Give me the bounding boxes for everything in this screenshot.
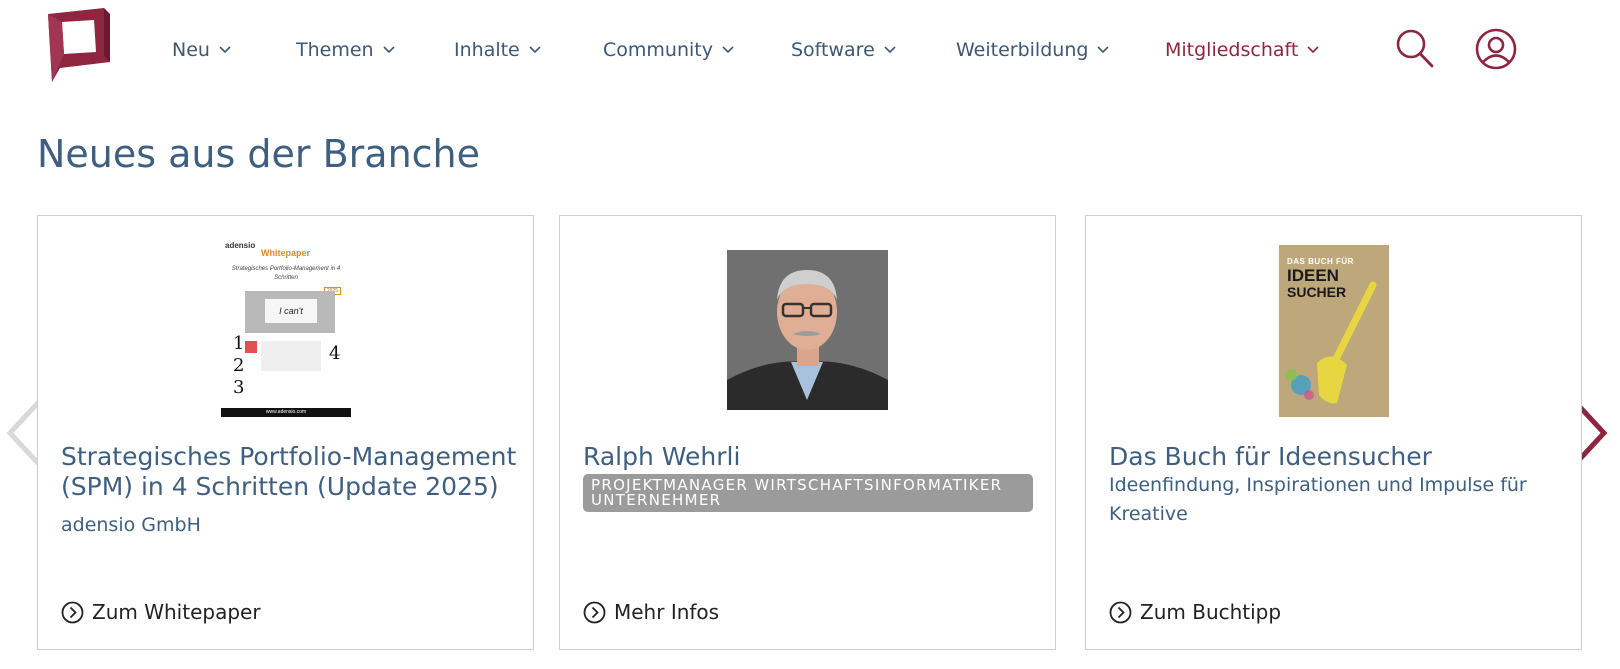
- nav-item-mitgliedschaft[interactable]: Mitgliedschaft: [1165, 30, 1319, 70]
- content-card[interactable]: adensio Whitepaper Strategisches Portfol…: [37, 215, 534, 650]
- cover-mini-graphic: [245, 341, 257, 353]
- site-logo[interactable]: [48, 8, 110, 82]
- nav-item-software[interactable]: Software: [791, 30, 896, 70]
- nav-item-neu[interactable]: Neu: [172, 30, 231, 70]
- cover-step-four: 4: [329, 343, 341, 364]
- cover-note: I can't: [265, 299, 317, 323]
- chevron-down-icon: [529, 46, 541, 54]
- card-link-label: Zum Buchtipp: [1140, 600, 1282, 624]
- book-cover-image: DAS BUCH FÜR IDEEN SUCHER: [1279, 245, 1389, 417]
- content-card[interactable]: DAS BUCH FÜR IDEEN SUCHER Das Buch für I…: [1085, 215, 1582, 650]
- nav-item-label: Community: [603, 39, 713, 61]
- circle-chevron-right-icon: [583, 601, 606, 623]
- content-card[interactable]: Ralph Wehrli PROJEKTMANAGER WIRTSCHAFTSI…: [559, 215, 1056, 650]
- card-link[interactable]: Mehr Infos: [583, 600, 719, 624]
- cover-steps: 123: [233, 333, 245, 398]
- card-link-label: Zum Whitepaper: [92, 600, 261, 624]
- card-link[interactable]: Zum Buchtipp: [1109, 600, 1281, 624]
- nav-item-label: Mitgliedschaft: [1165, 39, 1299, 61]
- user-circle-icon[interactable]: [1474, 27, 1518, 71]
- nav-item-themen[interactable]: Themen: [296, 30, 395, 70]
- nav-item-inhalte[interactable]: Inhalte: [454, 30, 541, 70]
- profile-photo: [727, 250, 888, 410]
- card-title[interactable]: Das Buch für Ideensucher: [1109, 442, 1569, 472]
- card-title[interactable]: Ralph Wehrli: [583, 442, 1043, 472]
- nav-item-label: Inhalte: [454, 39, 520, 61]
- card-title[interactable]: Strategisches Portfolio-Management (SPM)…: [61, 442, 521, 502]
- portrait-illustration: [727, 250, 888, 410]
- chevron-down-icon: [219, 46, 231, 54]
- cover-photo: I can't: [245, 291, 335, 333]
- shovel-illustration: [1285, 281, 1377, 404]
- cover-tag: Whitepaper: [261, 248, 311, 258]
- section-title: Neues aus der Branche: [37, 132, 481, 176]
- chevron-down-icon: [1097, 46, 1109, 54]
- chevron-down-icon: [884, 46, 896, 54]
- nav-item-label: Themen: [296, 39, 374, 61]
- nav-item-community[interactable]: Community: [603, 30, 734, 70]
- cover-heading: Strategisches Portfolio-Management in 4 …: [231, 266, 341, 281]
- chevron-down-icon: [1307, 46, 1319, 54]
- search-icon[interactable]: [1395, 28, 1435, 70]
- cover-brand: adensio: [225, 241, 256, 250]
- card-subtitle: adensio GmbH: [61, 514, 201, 536]
- card-link[interactable]: Zum Whitepaper: [61, 600, 261, 624]
- nav-item-label: Software: [791, 39, 875, 61]
- whitepaper-cover-image: adensio Whitepaper Strategisches Portfol…: [221, 241, 351, 417]
- cover-mini-graphic: [261, 341, 321, 371]
- card-link-label: Mehr Infos: [614, 600, 720, 624]
- cover-footer: www.adensio.com: [221, 408, 351, 417]
- chevron-down-icon: [383, 46, 395, 54]
- role-badge: PROJEKTMANAGER WIRTSCHAFTSINFORMATIKER U…: [583, 474, 1033, 512]
- nav-item-label: Neu: [172, 39, 210, 61]
- circle-chevron-right-icon: [1109, 601, 1132, 623]
- nav-item-label: Weiterbildung: [956, 39, 1089, 61]
- nav-item-weiterbildung[interactable]: Weiterbildung: [956, 30, 1109, 70]
- chevron-down-icon: [722, 46, 734, 54]
- circle-chevron-right-icon: [61, 601, 84, 623]
- card-subtitle: Ideenfindung, Inspirationen und Impulse …: [1109, 474, 1527, 525]
